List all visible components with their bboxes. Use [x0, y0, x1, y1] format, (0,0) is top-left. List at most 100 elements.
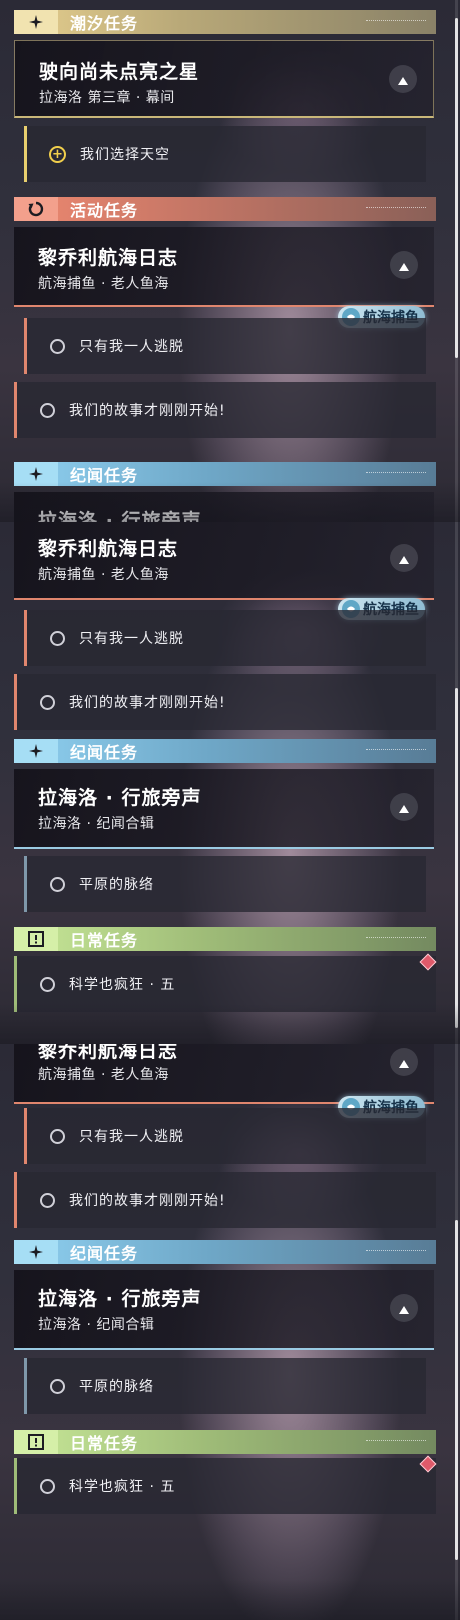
collapse-button[interactable]	[390, 793, 418, 821]
circle-icon	[40, 1192, 55, 1208]
exclamation-box-icon	[14, 1430, 58, 1454]
row-accent-bar	[14, 382, 17, 438]
objective-label: 平原的脉络	[79, 877, 154, 893]
objective-row[interactable]: 只有我一人逃脱	[24, 318, 426, 374]
quest-card-event[interactable]: 黎乔利航海日志 航海捕鱼 · 老人鱼海	[14, 227, 434, 307]
circle-icon	[50, 630, 65, 646]
quest-card-tide[interactable]: 驶向尚未点亮之星 拉海洛 第三章 · 幕间	[14, 40, 434, 118]
exclamation-box-icon	[14, 927, 58, 951]
sparkle-icon	[14, 739, 58, 763]
refresh-icon	[14, 197, 58, 221]
circle-icon	[40, 976, 55, 992]
scrollbar-thumb[interactable]	[455, 688, 458, 1028]
sparkle-icon	[14, 10, 58, 34]
quest-subtitle: 航海捕鱼 · 老人鱼海	[38, 567, 169, 583]
objective-row[interactable]: 只有我一人逃脱	[24, 610, 426, 666]
quest-card-story[interactable]: 拉海洛 · 行旅旁声 拉海洛 · 纪闻合辑	[14, 1270, 434, 1350]
row-accent-bar	[14, 674, 17, 730]
screenshot-frame-3: 黎乔利航海日志 航海捕鱼 · 老人鱼海 航海捕鱼 只有我一人逃脱 我们的故事才刚…	[0, 1044, 460, 1620]
row-accent-bar	[24, 1358, 27, 1414]
circle-icon	[40, 1478, 55, 1494]
section-header-event: 活动任务	[14, 197, 436, 221]
section-title: 日常任务	[70, 931, 139, 950]
section-header-daily: 日常任务	[14, 1430, 436, 1454]
section-title: 纪闻任务	[70, 1244, 139, 1263]
objective-label: 平原的脉络	[79, 1379, 154, 1395]
collapse-button[interactable]	[390, 544, 418, 572]
quest-title: 拉海洛 · 行旅旁声	[38, 1288, 202, 1310]
objective-label: 只有我一人逃脱	[79, 339, 184, 355]
quest-subtitle: 拉海洛 · 纪闻合辑	[38, 816, 155, 832]
objective-row[interactable]: 科学也疯狂 · 五	[14, 1458, 436, 1514]
section-title: 纪闻任务	[70, 743, 139, 762]
quest-subtitle: 拉海洛 · 纪闻合辑	[38, 1317, 155, 1333]
objective-label: 我们的故事才刚刚开始!	[69, 1193, 226, 1209]
circle-icon	[40, 402, 55, 418]
section-title: 活动任务	[70, 201, 139, 220]
triangle-up-icon	[398, 70, 408, 89]
header-decoration	[366, 206, 426, 212]
objective-row[interactable]: 科学也疯狂 · 五	[14, 956, 436, 1012]
objective-label: 科学也疯狂 · 五	[69, 1479, 176, 1495]
quest-title: 黎乔利航海日志	[38, 247, 179, 269]
objective-row[interactable]: 我们的故事才刚刚开始!	[14, 1172, 436, 1228]
plus-circle-icon: +	[49, 145, 66, 163]
collapse-button[interactable]	[389, 65, 417, 93]
screenshot-frame-1: 潮汐任务 驶向尚未点亮之星 拉海洛 第三章 · 幕间 + 我们选择天空 活动任务…	[0, 0, 460, 522]
circle-icon	[50, 1378, 65, 1394]
objective-label: 只有我一人逃脱	[79, 631, 184, 647]
objective-row[interactable]: 我们的故事才刚刚开始!	[14, 382, 436, 438]
collapse-button[interactable]	[390, 251, 418, 279]
row-accent-bar	[24, 610, 27, 666]
section-header-tide: 潮汐任务	[14, 10, 436, 34]
header-decoration	[366, 748, 426, 754]
circle-icon	[50, 876, 65, 892]
row-accent-bar	[24, 856, 27, 912]
section-title: 潮汐任务	[70, 14, 139, 33]
scrollbar-thumb[interactable]	[455, 18, 458, 358]
objective-row[interactable]: 平原的脉络	[24, 1358, 426, 1414]
screenshot-frame-2: 黎乔利航海日志 航海捕鱼 · 老人鱼海 航海捕鱼 只有我一人逃脱 我们的故事才刚…	[0, 522, 460, 1044]
objective-label: 我们的故事才刚刚开始!	[69, 403, 226, 419]
section-title: 日常任务	[70, 1434, 139, 1453]
quest-subtitle: 拉海洛 第三章 · 幕间	[39, 90, 175, 106]
section-header-story: 纪闻任务	[14, 462, 436, 486]
section-header-daily: 日常任务	[14, 927, 436, 951]
quest-subtitle: 航海捕鱼 · 老人鱼海	[38, 1067, 169, 1083]
sparkle-icon	[14, 1240, 58, 1264]
objective-label: 我们选择天空	[80, 147, 170, 163]
header-decoration	[366, 936, 426, 942]
circle-icon	[50, 338, 65, 354]
objective-row[interactable]: 我们的故事才刚刚开始!	[14, 674, 436, 730]
quest-card-story[interactable]: 拉海洛 · 行旅旁声 拉海洛 · 纪闻合辑	[14, 769, 434, 849]
header-decoration	[366, 1249, 426, 1255]
section-header-story: 纪闻任务	[14, 1240, 436, 1264]
quest-title: 拉海洛 · 行旅旁声	[38, 787, 202, 809]
row-accent-bar	[14, 1172, 17, 1228]
triangle-up-icon	[399, 256, 409, 275]
collapse-button[interactable]	[390, 1048, 418, 1076]
triangle-up-icon	[399, 798, 409, 817]
row-accent-bar	[14, 1458, 17, 1514]
row-accent-bar	[24, 1108, 27, 1164]
sparkle-icon	[14, 462, 58, 486]
quest-title: 驶向尚未点亮之星	[39, 61, 200, 83]
header-decoration	[366, 1439, 426, 1445]
scrollbar-thumb[interactable]	[455, 1220, 458, 1560]
quest-title: 拉海洛 · 行旅旁声	[38, 510, 202, 522]
objective-row-selected[interactable]: + 我们选择天空	[24, 126, 426, 182]
objective-row[interactable]: 平原的脉络	[24, 856, 426, 912]
triangle-up-icon	[399, 1299, 409, 1318]
triangle-up-icon	[399, 1053, 409, 1072]
quest-card-event[interactable]: 黎乔利航海日志 航海捕鱼 · 老人鱼海	[14, 1044, 434, 1104]
quest-title: 黎乔利航海日志	[38, 1044, 179, 1062]
objective-row[interactable]: 只有我一人逃脱	[24, 1108, 426, 1164]
quest-title: 黎乔利航海日志	[38, 538, 179, 560]
header-decoration	[366, 19, 426, 25]
quest-card-story[interactable]: 拉海洛 · 行旅旁声	[14, 492, 434, 522]
header-decoration	[366, 471, 426, 477]
quest-subtitle: 航海捕鱼 · 老人鱼海	[38, 276, 169, 292]
quest-card-event[interactable]: 黎乔利航海日志 航海捕鱼 · 老人鱼海	[14, 522, 434, 600]
objective-label: 科学也疯狂 · 五	[69, 977, 176, 993]
collapse-button[interactable]	[390, 1294, 418, 1322]
